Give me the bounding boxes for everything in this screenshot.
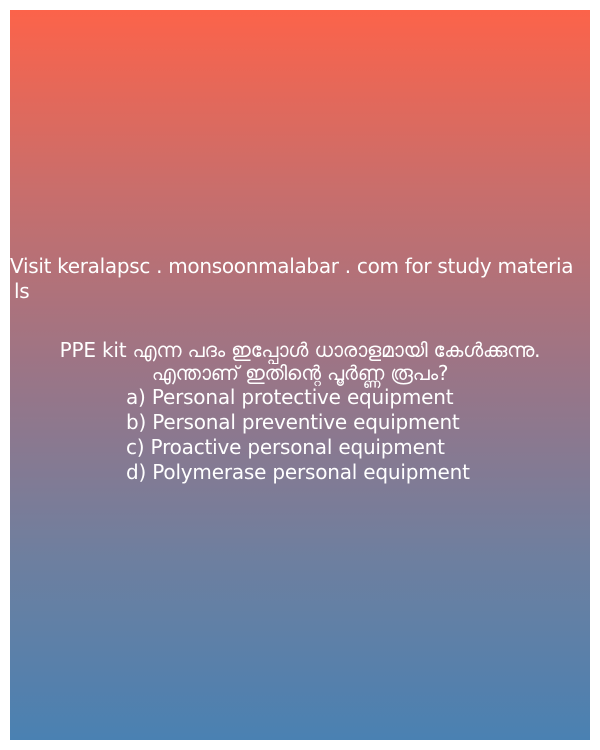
promo-text: Visit keralapsc . monsoonmalabar . com f…	[10, 254, 590, 304]
option-c: c) Proactive personal equipment	[126, 435, 445, 459]
option-d: d) Polymerase personal equipment	[126, 460, 470, 484]
answer-options: a) Personal protective equipment b) Pers…	[126, 385, 470, 485]
question-line-2: എന്താണ് ഇതിന്റെ പൂർണ്ണ രൂപം?	[151, 361, 449, 385]
promo-line-1: Visit keralapsc . monsoonmalabar . com f…	[10, 254, 574, 278]
question-text: PPE kit എന്ന പദം ഇപ്പോൾ ധാരാളമായി കേൾക്ക…	[10, 339, 590, 385]
option-b: b) Personal preventive equipment	[126, 410, 460, 434]
quiz-card: Visit keralapsc . monsoonmalabar . com f…	[10, 10, 590, 740]
promo-line-2: ls	[14, 279, 30, 303]
question-line-1: PPE kit എന്ന പദം ഇപ്പോൾ ധാരാളമായി കേൾക്ക…	[59, 338, 541, 362]
option-a: a) Personal protective equipment	[126, 385, 454, 409]
